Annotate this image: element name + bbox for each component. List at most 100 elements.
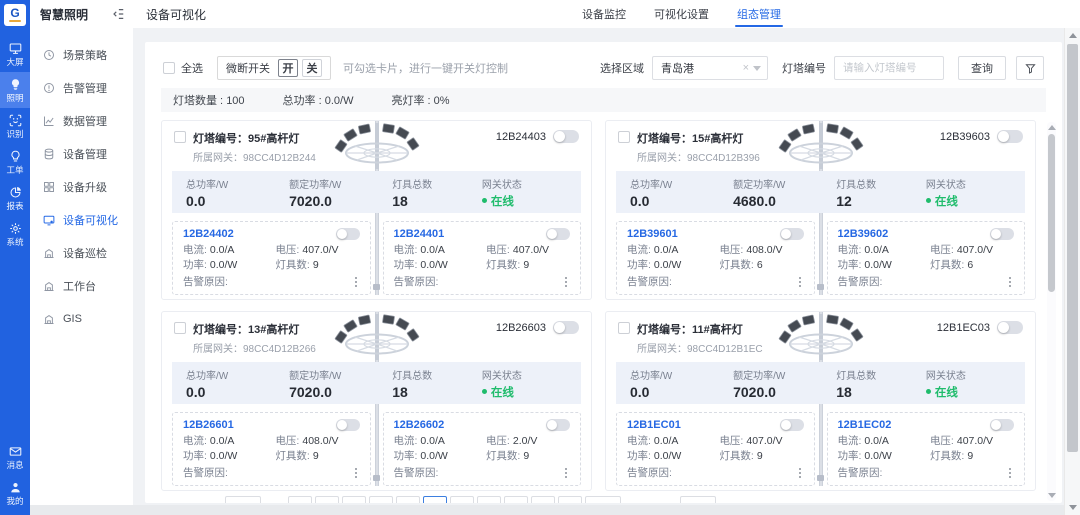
more-options-icon[interactable]: [796, 466, 804, 480]
sidebar-item-alarm-management[interactable]: 告警管理: [30, 71, 133, 104]
tab-configuration-management[interactable]: 组态管理: [735, 0, 783, 28]
branch-toggle[interactable]: [546, 228, 570, 240]
filter-funnel-button[interactable]: [1016, 56, 1044, 80]
sidebar-item-device-management[interactable]: 设备管理: [30, 137, 133, 170]
pagination-page[interactable]: [450, 496, 474, 503]
pagination-page[interactable]: [369, 496, 393, 503]
sidebar-item-scene-strategy[interactable]: 场景策略: [30, 38, 133, 71]
pagination-page[interactable]: [504, 496, 528, 503]
rail-item-bigscreen[interactable]: 大屏: [0, 36, 30, 72]
sidebar-item-workbench[interactable]: 工作台: [30, 269, 133, 302]
rail-item-messages[interactable]: 消息: [0, 439, 30, 475]
stat-gateway-status: 网关状态 在线: [482, 176, 567, 209]
card-device-control: 12B39603: [940, 130, 1023, 143]
more-options-icon[interactable]: [1006, 275, 1014, 289]
scroll-down-arrow-icon[interactable]: [1048, 493, 1056, 498]
scroll-up-arrow-icon[interactable]: [1069, 33, 1077, 38]
branch-toggle[interactable]: [990, 228, 1014, 240]
pagination-page[interactable]: [477, 496, 501, 503]
rail-item-system[interactable]: 系统: [0, 216, 30, 252]
device-toggle[interactable]: [997, 130, 1023, 143]
more-options-icon[interactable]: [352, 275, 360, 289]
pagination-page[interactable]: [558, 496, 582, 503]
pagination-page[interactable]: [396, 496, 420, 503]
pagination-page[interactable]: [315, 496, 339, 503]
branch-header: 12B39602: [838, 228, 1015, 240]
branch-toggle[interactable]: [546, 419, 570, 431]
sidebar-item-gis[interactable]: GIS: [30, 302, 133, 335]
branch-toggle[interactable]: [780, 419, 804, 431]
branch-toggle[interactable]: [336, 228, 360, 240]
device-toggle[interactable]: [553, 321, 579, 334]
select-all-checkbox[interactable]: [163, 62, 175, 74]
device-toggle[interactable]: [997, 321, 1023, 334]
pagination-jump[interactable]: [680, 496, 716, 503]
device-toggle[interactable]: [553, 130, 579, 143]
branch-power: 功率:0.0/W: [838, 449, 930, 464]
face-recognition-icon: [9, 114, 22, 127]
more-options-icon[interactable]: [796, 275, 804, 289]
more-options-icon[interactable]: [562, 275, 570, 289]
sidebar-item-data-management[interactable]: 数据管理: [30, 104, 133, 137]
query-button[interactable]: 查询: [958, 56, 1006, 80]
branch-footer: 告警原因:: [627, 465, 804, 480]
sidebar-item-device-visualization[interactable]: 设备可视化: [30, 203, 133, 236]
card-stats-bar: 总功率/W 0.0 额定功率/W 7020.0 灯具总数 18 网关状态 在线: [172, 362, 581, 404]
card-checkbox[interactable]: [174, 322, 186, 334]
branch-toggle[interactable]: [780, 228, 804, 240]
sidebar-item-device-inspection[interactable]: 设备巡检: [30, 236, 133, 269]
branch-header: 12B26602: [394, 419, 571, 431]
breaker-on-button[interactable]: 开: [278, 59, 298, 77]
card-checkbox[interactable]: [618, 131, 630, 143]
menu-fold-icon[interactable]: [111, 7, 125, 21]
branch-card: 12B24402 电流:0.0/A 电压:407.0/V 功率:0.0/W 灯具…: [172, 221, 371, 295]
main-panel: 全选 微断开关 开 关 可勾选卡片，进行一键开关灯控制 选择区域 青岛港 × 灯…: [145, 42, 1062, 503]
card-checkbox[interactable]: [174, 131, 186, 143]
cards-scrollbar-thumb[interactable]: [1048, 134, 1055, 292]
branch-card: 12B26601 电流:0.0/A 电压:408.0/V 功率:0.0/W 灯具…: [172, 412, 371, 486]
rail-item-lighting[interactable]: 照明: [0, 72, 30, 108]
pagination-page[interactable]: [342, 496, 366, 503]
clear-icon[interactable]: ×: [743, 62, 749, 74]
branch-card: 12B24401 电流:0.0/A 电压:407.0/V 功率:0.0/W 灯具…: [383, 221, 582, 295]
alarm-reason-label: 告警原因:: [627, 274, 672, 289]
app-logo[interactable]: G: [4, 4, 26, 26]
rail-item-profile[interactable]: 我的: [0, 475, 30, 511]
stat-gateway-status: 网关状态 在线: [482, 367, 567, 400]
tab-device-monitor[interactable]: 设备监控: [580, 0, 628, 28]
branch-list: 12B1EC01 电流:0.0/A 电压:407.0/V 功率:0.0/W 灯具…: [606, 404, 1035, 486]
branch-toggle[interactable]: [336, 419, 360, 431]
more-options-icon[interactable]: [1006, 466, 1014, 480]
more-options-icon[interactable]: [562, 466, 570, 480]
more-options-icon[interactable]: [352, 466, 360, 480]
scroll-down-arrow-icon[interactable]: [1069, 505, 1077, 510]
work-order-icon: [9, 150, 22, 163]
card-checkbox[interactable]: [618, 322, 630, 334]
rail-item-recognition[interactable]: 识别: [0, 108, 30, 144]
window-scrollbar[interactable]: [1064, 28, 1080, 515]
content-area: 全选 微断开关 开 关 可勾选卡片，进行一键开关灯控制 选择区域 青岛港 × 灯…: [133, 28, 1064, 515]
pagination-page-current[interactable]: [423, 496, 447, 503]
pagination-page[interactable]: [531, 496, 555, 503]
rail-item-workorder[interactable]: 工单: [0, 144, 30, 180]
cards-scrollbar[interactable]: [1047, 122, 1056, 501]
scroll-up-arrow-icon[interactable]: [1048, 125, 1056, 130]
card-device-control: 12B24403: [496, 130, 579, 143]
region-select[interactable]: 青岛港 ×: [652, 56, 768, 80]
rail-item-reports[interactable]: 报表: [0, 180, 30, 216]
branch-toggle[interactable]: [990, 419, 1014, 431]
region-label: 选择区域: [600, 60, 644, 76]
branch-id: 12B24401: [394, 228, 445, 240]
pagination-page[interactable]: [288, 496, 312, 503]
breaker-off-button[interactable]: 关: [302, 59, 322, 77]
branch-id: 12B39601: [627, 228, 678, 240]
tower-number-input[interactable]: [834, 56, 944, 80]
branch-light-count: 灯具数:9: [930, 449, 1014, 464]
window-scrollbar-thumb[interactable]: [1067, 44, 1078, 452]
gear-icon: [9, 222, 22, 235]
sidebar-item-device-upgrade[interactable]: 设备升级: [30, 170, 133, 203]
pagination-next[interactable]: [585, 496, 621, 503]
alarm-reason-label: 告警原因:: [838, 274, 883, 289]
tab-visualization-settings[interactable]: 可视化设置: [652, 0, 711, 28]
pagination-prev[interactable]: [225, 496, 261, 503]
